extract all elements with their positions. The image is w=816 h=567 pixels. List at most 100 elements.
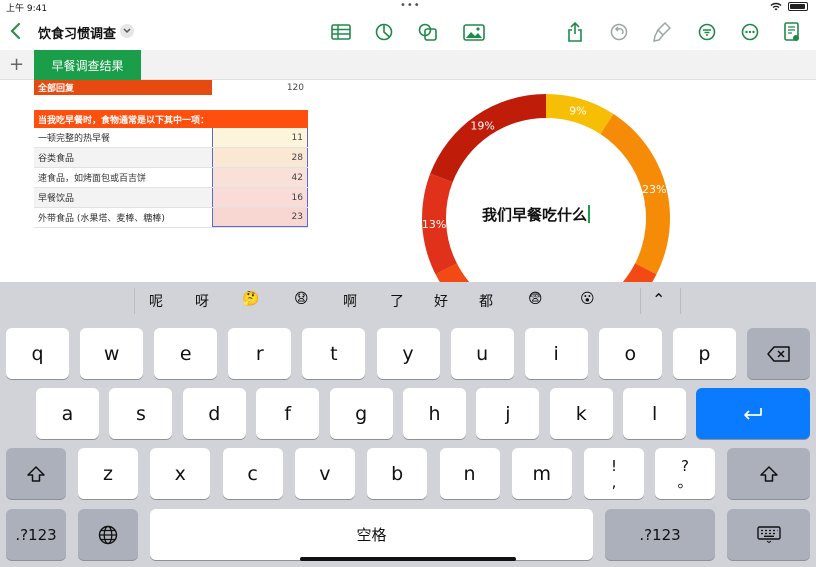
donut-slice[interactable] xyxy=(435,263,657,282)
key-j[interactable]: j xyxy=(476,388,540,439)
candidate-item[interactable]: 了 xyxy=(390,291,404,311)
candidate-item[interactable]: 😧 xyxy=(294,291,309,307)
table-row: 外带食品 (水果塔、麦棒、糖棒) 23 xyxy=(34,208,308,228)
candidate-item[interactable]: 🤔 xyxy=(242,291,259,307)
key-h[interactable]: h xyxy=(403,388,466,439)
total-responses-label[interactable]: 全部回复 xyxy=(34,80,212,95)
key-a[interactable]: a xyxy=(36,388,99,439)
total-responses-value[interactable]: 120 xyxy=(212,80,308,95)
key-f[interactable]: f xyxy=(256,388,320,439)
breakfast-donut-chart[interactable]: 9% 23% 13% 19% xyxy=(420,92,672,282)
chart-icon[interactable] xyxy=(373,21,395,43)
candidate-item[interactable]: 好 xyxy=(434,291,448,311)
breakfast-table-header[interactable]: 当我吃早餐时，食物通常是以下其中一项： xyxy=(34,110,308,128)
row-value[interactable]: 23 xyxy=(212,208,308,227)
key-v[interactable]: v xyxy=(294,448,355,499)
undo-icon[interactable] xyxy=(608,21,630,43)
key-n[interactable]: n xyxy=(439,448,500,499)
row-label[interactable]: 早餐饮品 xyxy=(34,188,212,207)
share-icon[interactable] xyxy=(564,21,586,43)
key-y[interactable]: y xyxy=(376,328,440,379)
punct-exclaim-key[interactable]: !, xyxy=(584,448,644,499)
row-label[interactable]: 速食品，如烤面包或百吉饼 xyxy=(34,168,212,187)
return-icon xyxy=(744,407,762,420)
table-icon[interactable] xyxy=(330,21,352,43)
shapes-icon[interactable] xyxy=(417,21,439,43)
doc-options-icon[interactable] xyxy=(781,21,803,43)
globe-icon xyxy=(98,525,118,544)
key-d[interactable]: d xyxy=(182,388,246,439)
keyboard-dismiss-key[interactable] xyxy=(727,509,810,560)
slice-percent-label: 19% xyxy=(470,120,494,133)
candidate-item[interactable]: 呀 xyxy=(195,291,209,311)
key-w[interactable]: w xyxy=(80,328,144,379)
document-title[interactable]: 饮食习惯调查 xyxy=(38,23,116,42)
delete-key[interactable] xyxy=(747,328,810,379)
punct-question-key[interactable]: ?。 xyxy=(655,448,715,499)
candidate-item[interactable]: 😨 xyxy=(528,291,543,307)
status-time: 上午 9:41 xyxy=(6,4,48,14)
row-value[interactable]: 11 xyxy=(212,128,308,147)
candidate-item[interactable]: 呢 xyxy=(149,291,163,311)
status-indicators xyxy=(770,2,808,11)
key-r[interactable]: r xyxy=(228,328,292,379)
key-i[interactable]: i xyxy=(524,328,588,379)
key-b[interactable]: b xyxy=(367,448,428,499)
key-u[interactable]: u xyxy=(450,328,514,379)
table-row: 速食品，如烤面包或百吉饼 42 xyxy=(34,168,308,188)
row-label[interactable]: 外带食品 (水果塔、麦棒、糖棒) xyxy=(34,208,212,227)
key-o[interactable]: o xyxy=(598,328,662,379)
chevron-down-icon[interactable] xyxy=(120,24,134,38)
more-icon[interactable] xyxy=(739,21,761,43)
candidate-divider xyxy=(134,288,135,314)
key-q[interactable]: q xyxy=(6,328,69,379)
shift-right-key[interactable] xyxy=(727,448,810,499)
punct-comma-label: , xyxy=(611,472,617,491)
format-brush-icon[interactable] xyxy=(651,21,673,43)
key-g[interactable]: g xyxy=(329,388,393,439)
key-k[interactable]: k xyxy=(549,388,613,439)
filter-icon[interactable] xyxy=(696,21,718,43)
candidate-item[interactable]: 啊 xyxy=(343,291,357,311)
table-row: 早餐饮品 16 xyxy=(34,188,308,208)
numbers-left-key[interactable]: .?123 xyxy=(6,509,66,560)
return-key[interactable] xyxy=(696,388,810,439)
key-p[interactable]: p xyxy=(672,328,736,379)
status-bar: 上午 9:41 ••• xyxy=(0,0,816,14)
key-m[interactable]: m xyxy=(511,448,572,499)
row-value[interactable]: 16 xyxy=(212,188,308,207)
shift-left-key[interactable] xyxy=(6,448,66,499)
multitask-dots[interactable]: ••• xyxy=(400,0,421,11)
sheet-tab-active[interactable]: 早餐调查结果 xyxy=(34,50,141,80)
key-e[interactable]: e xyxy=(154,328,218,379)
back-chevron-icon[interactable] xyxy=(8,22,24,40)
slice-percent-label: 23% xyxy=(642,183,666,196)
row-label[interactable]: 一顿完整的热早餐 xyxy=(34,128,212,147)
sheet-canvas[interactable]: 全部回复 120 当我吃早餐时，食物通常是以下其中一项： 一顿完整的热早餐 11 谷… xyxy=(0,80,816,282)
key-t[interactable]: t xyxy=(302,328,366,379)
key-x[interactable]: x xyxy=(150,448,211,499)
donut-slice[interactable] xyxy=(430,94,546,183)
backspace-icon xyxy=(766,345,790,362)
key-s[interactable]: s xyxy=(109,388,173,439)
collapse-candidates-button[interactable]: ⌃ xyxy=(652,290,665,309)
row-value[interactable]: 28 xyxy=(212,148,308,167)
chart-title[interactable]: 我们早餐吃什么 xyxy=(482,204,591,225)
space-key[interactable]: 空格 xyxy=(150,509,593,560)
row-label[interactable]: 谷类食品 xyxy=(34,148,212,167)
text-cursor xyxy=(588,205,591,223)
row-value[interactable]: 42 xyxy=(212,168,308,187)
candidate-item[interactable]: 都 xyxy=(479,291,493,311)
globe-key[interactable] xyxy=(78,509,138,560)
add-sheet-button[interactable]: + xyxy=(9,54,24,75)
candidate-divider xyxy=(680,288,681,314)
key-l[interactable]: l xyxy=(623,388,687,439)
numbers-right-key[interactable]: .?123 xyxy=(605,509,715,560)
key-z[interactable]: z xyxy=(78,448,138,499)
candidate-item[interactable]: 😮 xyxy=(580,291,595,307)
wifi-icon xyxy=(770,2,782,11)
onscreen-keyboard: ⌃ 呢呀 🤔 😧 啊了好都 😨 😮 qwertyuiopasdfghjklzxcvbnm … xyxy=(0,282,816,567)
media-icon[interactable] xyxy=(463,21,485,43)
slice-percent-label: 13% xyxy=(422,218,446,231)
key-c[interactable]: c xyxy=(222,448,283,499)
